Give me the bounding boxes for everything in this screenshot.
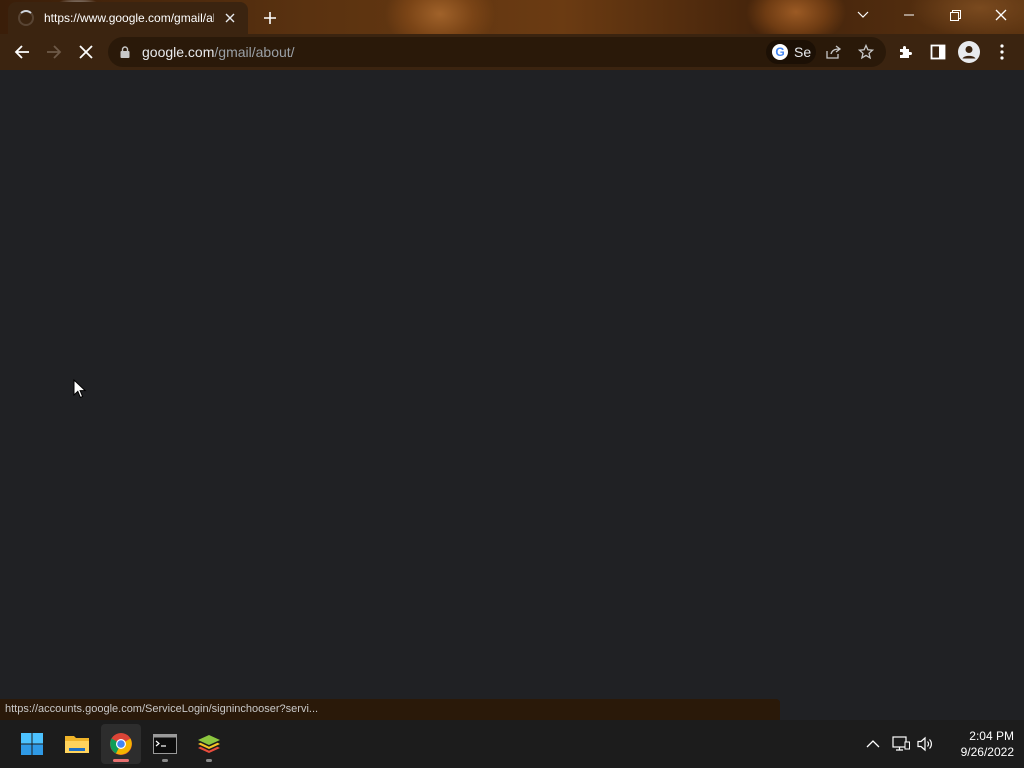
windows-taskbar: 2:04 PM 9/26/2022 xyxy=(0,720,1024,768)
arrow-left-icon xyxy=(14,45,29,59)
close-icon xyxy=(995,9,1007,21)
plus-icon xyxy=(264,12,276,24)
browser-titlebar: https://www.google.com/gmail/about/ xyxy=(0,0,1024,34)
puzzle-icon xyxy=(900,46,912,58)
loading-spinner-icon xyxy=(18,10,34,26)
new-tab-button[interactable] xyxy=(258,6,282,30)
search-engine-chip[interactable]: G Se xyxy=(766,40,816,64)
running-app-indicator xyxy=(162,759,168,762)
taskbar-terminal[interactable] xyxy=(145,724,185,764)
active-app-indicator xyxy=(113,759,129,762)
extensions-button[interactable] xyxy=(892,38,920,66)
mouse-cursor-icon xyxy=(73,378,87,404)
minimize-icon xyxy=(904,14,914,16)
chevron-down-icon xyxy=(857,11,869,18)
address-url[interactable]: google.com/gmail/about/ xyxy=(142,44,295,60)
tab-title: https://www.google.com/gmail/about/ xyxy=(44,11,214,25)
folder-icon xyxy=(65,736,89,753)
minimize-button[interactable] xyxy=(886,0,932,30)
close-window-button[interactable] xyxy=(978,0,1024,30)
side-panel-icon xyxy=(930,44,946,60)
running-app-indicator xyxy=(206,759,212,762)
layers-icon xyxy=(198,735,220,753)
windows-logo-icon xyxy=(21,733,43,755)
browser-tab[interactable]: https://www.google.com/gmail/about/ xyxy=(8,2,248,34)
tab-close-icon[interactable] xyxy=(222,10,238,26)
page-viewport xyxy=(0,70,1024,698)
profile-button[interactable] xyxy=(955,38,983,66)
url-path: /gmail/about/ xyxy=(214,44,295,60)
restore-button[interactable] xyxy=(932,0,978,30)
close-icon xyxy=(79,45,93,59)
taskbar-clock[interactable]: 2:04 PM 9/26/2022 xyxy=(940,728,1014,760)
taskbar-chrome[interactable] xyxy=(101,724,141,764)
url-host: google.com xyxy=(142,44,215,60)
link-status-bubble: https://accounts.google.com/ServiceLogin… xyxy=(0,699,780,720)
start-button[interactable] xyxy=(12,724,52,764)
kebab-menu-icon xyxy=(1000,44,1004,60)
browser-toolbar: google.com/gmail/about/ G Se xyxy=(0,34,1024,70)
chrome-icon xyxy=(110,733,132,755)
back-button[interactable] xyxy=(8,38,36,66)
google-logo-icon: G xyxy=(772,44,788,60)
clock-date: 9/26/2022 xyxy=(960,745,1014,759)
share-icon[interactable] xyxy=(824,42,844,62)
volume-speaker-icon[interactable] xyxy=(916,734,936,754)
restore-icon xyxy=(949,9,961,21)
tab-search-button[interactable] xyxy=(840,0,886,30)
taskbar-file-explorer[interactable] xyxy=(57,724,97,764)
bookmark-star-icon[interactable] xyxy=(856,42,876,62)
terminal-icon xyxy=(153,734,177,754)
side-panel-button[interactable] xyxy=(924,38,952,66)
forward-button[interactable] xyxy=(40,38,68,66)
arrow-right-icon xyxy=(47,45,62,59)
search-chip-text: Se xyxy=(794,44,812,60)
browser-menu-button[interactable] xyxy=(988,38,1016,66)
person-icon xyxy=(958,41,980,63)
clock-time: 2:04 PM xyxy=(969,729,1014,743)
address-bar[interactable]: google.com/gmail/about/ G Se xyxy=(108,37,886,67)
tray-overflow-chevron-icon[interactable] xyxy=(863,734,883,754)
taskbar-bluestacks[interactable] xyxy=(189,724,229,764)
stop-loading-button[interactable] xyxy=(72,38,100,66)
network-icon[interactable] xyxy=(891,734,911,754)
lock-icon[interactable] xyxy=(118,45,132,59)
